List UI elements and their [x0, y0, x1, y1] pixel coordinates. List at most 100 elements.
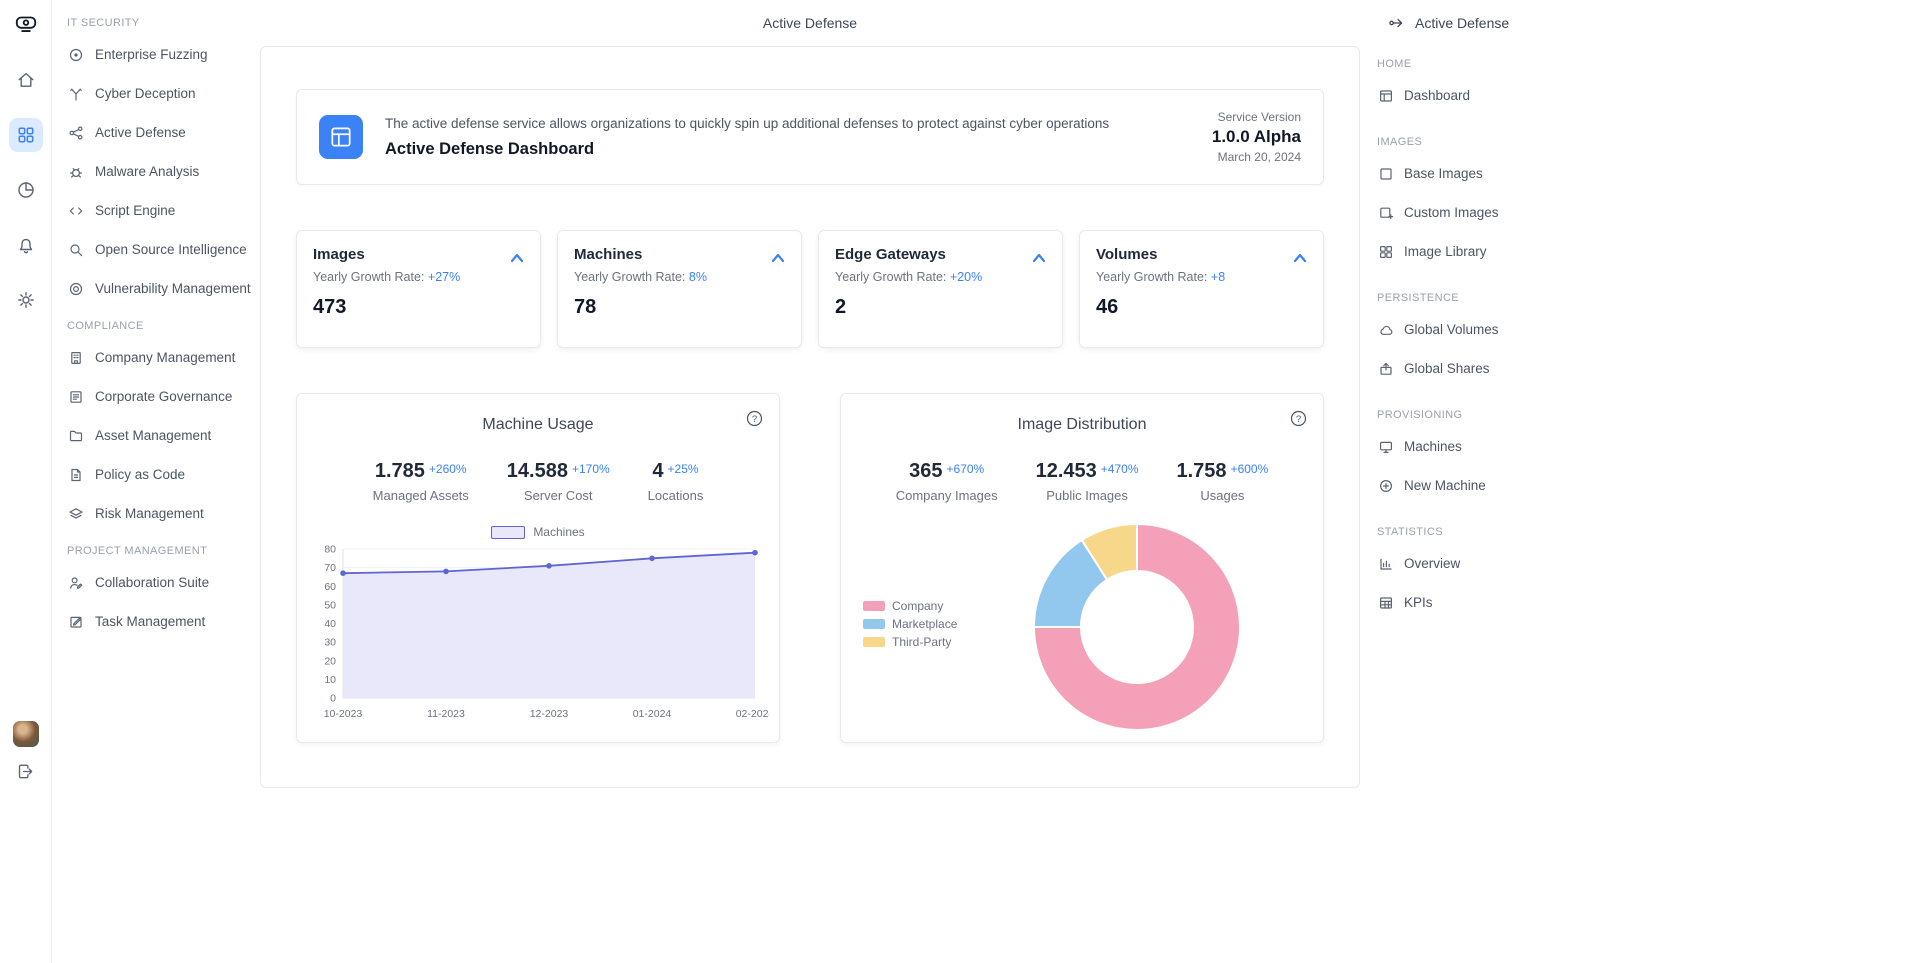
stat-card-machines: Machines Yearly Growth Rate: 8% 78: [557, 230, 802, 348]
right-item-label: KPIs: [1404, 595, 1433, 610]
sidebar-item-company-management[interactable]: Company Management: [67, 338, 260, 377]
stat-value: 4: [652, 460, 663, 482]
home-icon[interactable]: [9, 63, 43, 97]
growth-value: 8%: [689, 270, 707, 284]
stat-card-volumes: Volumes Yearly Growth Rate: +8 46: [1079, 230, 1324, 348]
right-item-machines[interactable]: Machines: [1377, 427, 1557, 466]
page-title: Active Defense: [260, 0, 1360, 46]
user-edit-icon: [67, 575, 84, 591]
stat-value: 365: [909, 460, 942, 482]
sidebar-item-corporate-governance[interactable]: Corporate Governance: [67, 377, 260, 416]
bar-chart-icon: [1377, 556, 1394, 572]
sidebar-item-label: Script Engine: [95, 203, 175, 218]
stat-managed-assets: 1.785+260% Managed Assets: [373, 460, 469, 503]
sidebar-item-task-management[interactable]: Task Management: [67, 602, 260, 641]
sidebar-item-risk-management[interactable]: Risk Management: [67, 494, 260, 533]
machine-usage-chart: 0102030405060708010-202311-202312-202301…: [307, 542, 769, 724]
dashboard-blue-icon: [319, 115, 363, 159]
stat-delta: +600%: [1231, 462, 1269, 476]
stat-server-cost: 14.588+170% Server Cost: [507, 460, 610, 503]
section-label-statistics: STATISTICS: [1377, 526, 1920, 538]
apps-grid-icon[interactable]: [9, 118, 43, 152]
right-item-label: Dashboard: [1404, 88, 1470, 103]
legend-item-third-party[interactable]: Third-Party: [863, 636, 957, 648]
help-icon[interactable]: ?: [1290, 410, 1307, 427]
user-avatar[interactable]: [13, 721, 39, 747]
right-item-global-volumes[interactable]: Global Volumes: [1377, 310, 1557, 349]
sidebar-item-label: Risk Management: [95, 506, 204, 521]
hero-text: The active defense service allows organi…: [385, 116, 1190, 159]
help-icon[interactable]: ?: [746, 410, 763, 427]
right-item-base-images[interactable]: Base Images: [1377, 154, 1557, 193]
right-item-global-shares[interactable]: Global Shares: [1377, 349, 1557, 388]
logout-icon[interactable]: [16, 762, 35, 781]
sidebar-item-cyber-deception[interactable]: Cyber Deception: [67, 74, 260, 113]
task-pen-icon: [67, 614, 84, 630]
right-item-label: Global Volumes: [1404, 322, 1499, 337]
service-version-block: Service Version 1.0.0 Alpha March 20, 20…: [1212, 110, 1301, 164]
collapse-chevron-up-icon[interactable]: [1029, 248, 1049, 268]
stat-title: Images: [313, 246, 524, 263]
growth-label: Yearly Growth Rate:: [1096, 270, 1207, 284]
pie-chart-icon[interactable]: [9, 173, 43, 207]
sidebar-item-label: Corporate Governance: [95, 389, 232, 404]
sidebar-item-malware-analysis[interactable]: Malware Analysis: [67, 152, 260, 191]
sidebar-item-script-engine[interactable]: Script Engine: [67, 191, 260, 230]
bug-icon: [67, 164, 84, 180]
right-item-kpis[interactable]: KPIs: [1377, 583, 1557, 622]
svg-text:0: 0: [330, 693, 336, 705]
stat-card-images: Images Yearly Growth Rate: +27% 473: [296, 230, 541, 348]
chart-title: Machine Usage: [297, 416, 779, 434]
right-item-label: Base Images: [1404, 166, 1483, 181]
radar-icon: [67, 281, 84, 297]
svg-text:10: 10: [324, 674, 336, 686]
collapse-chevron-up-icon[interactable]: [1290, 248, 1310, 268]
stat-delta: +470%: [1101, 462, 1139, 476]
stat-delta: +25%: [668, 462, 699, 476]
hero-description: The active defense service allows organi…: [385, 116, 1190, 131]
slingshot-icon: [67, 86, 84, 102]
plus-circle-icon: [1377, 478, 1394, 494]
right-item-custom-images[interactable]: Custom Images: [1377, 193, 1557, 232]
section-label-compliance: COMPLIANCE: [67, 320, 260, 332]
app-logo-icon[interactable]: [13, 11, 39, 37]
collapse-chevron-up-icon[interactable]: [768, 248, 788, 268]
machines-legend[interactable]: Machines: [297, 525, 779, 539]
stat-delta: +260%: [429, 462, 467, 476]
stat-value: 1.758: [1177, 460, 1227, 482]
stat-title: Edge Gateways: [835, 246, 1046, 263]
right-item-new-machine[interactable]: New Machine: [1377, 466, 1557, 505]
layers-icon: [67, 506, 84, 522]
charts-row: Machine Usage ? 1.785+260% Managed Asset…: [296, 393, 1324, 743]
legend-item-marketplace[interactable]: Marketplace: [863, 618, 957, 630]
sidebar-item-asset-management[interactable]: Asset Management: [67, 416, 260, 455]
sidebar-item-open-source-intelligence[interactable]: Open Source Intelligence: [67, 230, 260, 269]
svg-text:11-2023: 11-2023: [427, 708, 465, 720]
notifications-bell-icon[interactable]: [9, 228, 43, 262]
sidebar-item-label: Open Source Intelligence: [95, 242, 247, 257]
right-item-overview[interactable]: Overview: [1377, 544, 1557, 583]
sidebar-item-enterprise-fuzzing[interactable]: Enterprise Fuzzing: [67, 35, 260, 74]
right-item-dashboard[interactable]: Dashboard: [1377, 76, 1557, 115]
sidebar-item-vulnerability-management[interactable]: Vulnerability Management: [67, 269, 260, 308]
legend-item-company[interactable]: Company: [863, 600, 957, 612]
sidebar-item-active-defense[interactable]: Active Defense: [67, 113, 260, 152]
machines-legend-swatch: [491, 526, 525, 539]
service-version-label: Service Version: [1212, 110, 1301, 124]
stat-growth: Yearly Growth Rate: +20%: [835, 270, 1046, 284]
settings-gear-icon[interactable]: [9, 283, 43, 317]
stat-label: Usages: [1177, 488, 1269, 503]
service-version-value: 1.0.0 Alpha: [1212, 127, 1301, 147]
stat-usages: 1.758 +600% Usages: [1177, 460, 1269, 503]
svg-text:?: ?: [752, 414, 757, 425]
legend-label: Third-Party: [892, 635, 951, 649]
right-item-image-library[interactable]: Image Library: [1377, 232, 1557, 271]
left-sidebar: IT SECURITY Enterprise Fuzzing Cyber Dec…: [52, 0, 260, 963]
stat-value: 2: [835, 296, 1046, 319]
sidebar-item-collaboration-suite[interactable]: Collaboration Suite: [67, 563, 260, 602]
collapse-chevron-up-icon[interactable]: [507, 248, 527, 268]
stat-label: Company Images: [896, 488, 998, 503]
machines-legend-label: Machines: [533, 525, 584, 539]
sidebar-item-policy-as-code[interactable]: Policy as Code: [67, 455, 260, 494]
donut-legend: Company Marketplace Third-Party: [863, 600, 957, 648]
